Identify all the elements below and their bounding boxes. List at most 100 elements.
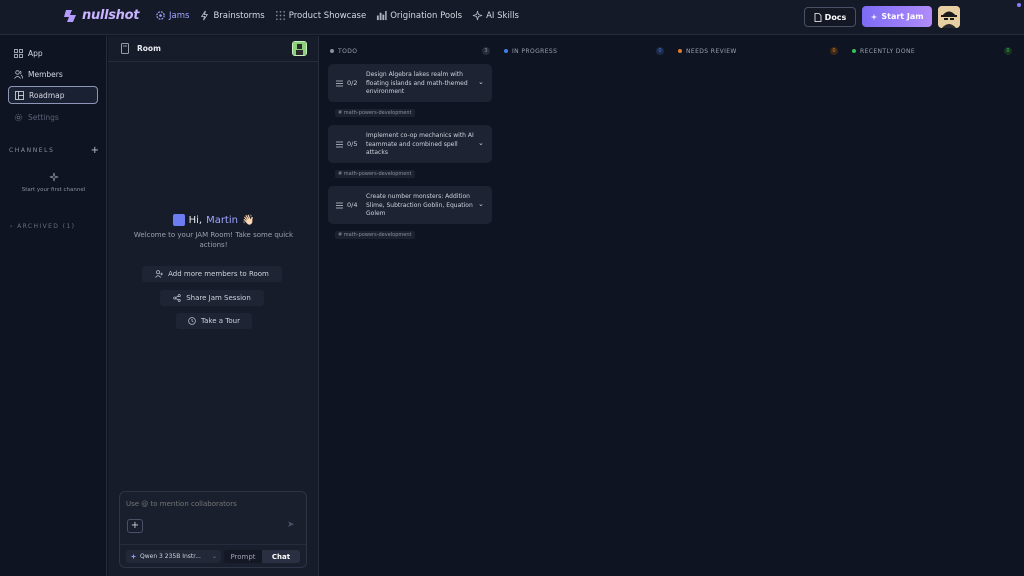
user-avatar-image: [938, 6, 960, 28]
share-icon: [173, 294, 181, 302]
take-tour-label: Take a Tour: [201, 317, 240, 325]
task-title: Design Algebra lakes realm with floating…: [366, 71, 468, 95]
send-icon[interactable]: ➤: [287, 520, 297, 530]
archived-toggle[interactable]: › ARCHIVED (1): [10, 223, 75, 230]
sidebar-item-label: Roadmap: [29, 90, 65, 100]
nav-ai-skills-label: AI Skills: [486, 10, 519, 21]
task-card[interactable]: 0/2 Design Algebra lakes realm with floa…: [328, 64, 492, 102]
channels-heading: CHANNELS: [9, 147, 55, 154]
task-progress: 0/4: [336, 201, 357, 209]
task-tag[interactable]: # math-powers-development: [335, 170, 415, 178]
logo-mark-icon: [64, 9, 76, 22]
task-progress: 0/5: [336, 140, 357, 148]
task-progress-text: 0/4: [347, 201, 358, 209]
start-jam-button[interactable]: Start Jam: [862, 6, 932, 27]
nav-jams[interactable]: Jams: [155, 10, 189, 21]
mode-prompt[interactable]: Prompt: [224, 550, 262, 563]
sparkle-icon: [49, 172, 58, 182]
docs-button[interactable]: Docs: [804, 7, 856, 27]
archived-count: (1): [62, 223, 76, 230]
gear-icon: [14, 113, 23, 121]
checklist-icon: [336, 202, 343, 208]
user-avatar[interactable]: [938, 6, 960, 28]
column-count: 0: [1004, 47, 1012, 55]
greeting-name: Martin: [206, 214, 238, 226]
sidebar-item-members[interactable]: Members: [8, 65, 98, 83]
checklist-icon: [336, 80, 343, 86]
room-header: Room: [108, 36, 319, 62]
room-panel: Room Hi, Martin 👋🏻 Welcome to your JAM R…: [108, 36, 319, 576]
jams-icon: [156, 11, 165, 20]
task-tag[interactable]: # math-powers-development: [335, 231, 415, 239]
column-label: TODO: [338, 47, 358, 55]
nav-brainstorms[interactable]: Brainstorms: [199, 10, 265, 21]
sparkle-icon: [871, 13, 878, 20]
sidebar-item-roadmap[interactable]: Roadmap: [8, 86, 98, 104]
clock-icon: [188, 317, 196, 325]
greeting-prefix: Hi,: [188, 214, 203, 226]
start-jam-label: Start Jam: [881, 12, 924, 21]
kanban-board: TODO 3 IN PROGRESS 0 NEEDS REVIEW 0 RECE…: [320, 36, 1024, 576]
add-members-button[interactable]: Add more members to Room: [142, 266, 282, 282]
sidebar-item-label: Settings: [28, 112, 59, 122]
share-jam-button[interactable]: Share Jam Session: [160, 290, 264, 306]
sidebar-item-label: Members: [28, 69, 63, 79]
chevron-down-icon[interactable]: ⌄: [478, 78, 484, 86]
nav-product-showcase-label: Product Showcase: [288, 10, 367, 21]
channels-empty-state[interactable]: Start your first channel: [0, 172, 107, 193]
room-avatar[interactable]: [292, 41, 307, 56]
column-header-in-progress: IN PROGRESS: [504, 46, 557, 56]
nav-product-showcase[interactable]: Product Showcase: [275, 10, 366, 21]
grid-icon: [275, 11, 285, 20]
sidebar-item-settings[interactable]: Settings: [8, 108, 98, 126]
task-card[interactable]: 0/4 Create number monsters: Addition Sli…: [328, 186, 492, 224]
nav-origination-pools[interactable]: Origination Pools: [376, 10, 462, 21]
mention-input[interactable]: [126, 500, 296, 508]
chat-composer: + ➤ Qwen 3 235B Instr... ⌄ Prompt Chat: [119, 491, 307, 568]
app-grid-icon: [14, 48, 23, 58]
column-label: RECENTLY DONE: [860, 47, 916, 55]
add-members-label: Add more members to Room: [168, 270, 269, 278]
chevron-down-icon[interactable]: ⌄: [478, 139, 484, 147]
nav-ai-skills[interactable]: AI Skills: [472, 10, 519, 21]
greeting: Hi, Martin 👋🏻: [108, 214, 319, 226]
welcome-text: Welcome to your JAM Room! Take some quic…: [133, 231, 294, 249]
mode-toggle: Prompt Chat: [224, 550, 300, 563]
sidebar-item-app[interactable]: App: [8, 44, 98, 62]
wave-emoji: 👋🏻: [241, 214, 255, 226]
notification-dot: [1017, 3, 1021, 7]
room-title: Room: [137, 44, 161, 53]
mode-chat[interactable]: Chat: [262, 550, 300, 563]
task-progress-text: 0/5: [347, 140, 358, 148]
sparkle-icon: [472, 10, 483, 21]
chevron-right-icon: ›: [10, 223, 14, 230]
main-nav: Jams Brainstorms Product Showcase Origin…: [155, 10, 519, 21]
document-icon: [814, 12, 822, 22]
logo[interactable]: nullshot: [64, 8, 139, 23]
room-avatar-image: [293, 42, 306, 55]
take-tour-button[interactable]: Take a Tour: [176, 313, 252, 329]
task-progress: 0/2: [336, 79, 357, 87]
column-header-todo: TODO: [330, 46, 357, 56]
column-label: NEEDS REVIEW: [686, 47, 737, 55]
task-tag[interactable]: # math-powers-development: [335, 109, 415, 117]
chart-icon: [377, 10, 387, 21]
sidebar-item-label: App: [28, 48, 43, 58]
bolt-icon: [201, 10, 209, 21]
sidebar: App Members Roadmap Settings CHANNELS + …: [0, 36, 107, 576]
channels-header: CHANNELS +: [9, 145, 99, 156]
add-channel-icon[interactable]: +: [91, 145, 99, 156]
share-jam-label: Share Jam Session: [186, 294, 251, 302]
task-card[interactable]: 0/5 Implement co-op mechanics with AI te…: [328, 125, 492, 163]
model-name: Qwen 3 235B Instr...: [140, 553, 201, 560]
archived-label: ARCHIVED: [17, 223, 60, 230]
column-label: IN PROGRESS: [512, 47, 558, 55]
nav-jams-label: Jams: [169, 10, 190, 21]
column-count: 3: [482, 47, 490, 55]
task-title: Implement co-op mechanics with AI teamma…: [366, 132, 474, 156]
checklist-icon: [336, 141, 343, 147]
docs-label: Docs: [824, 12, 847, 22]
attach-button[interactable]: +: [127, 519, 143, 533]
model-select[interactable]: Qwen 3 235B Instr... ⌄: [126, 550, 221, 563]
chevron-down-icon[interactable]: ⌄: [478, 200, 484, 208]
